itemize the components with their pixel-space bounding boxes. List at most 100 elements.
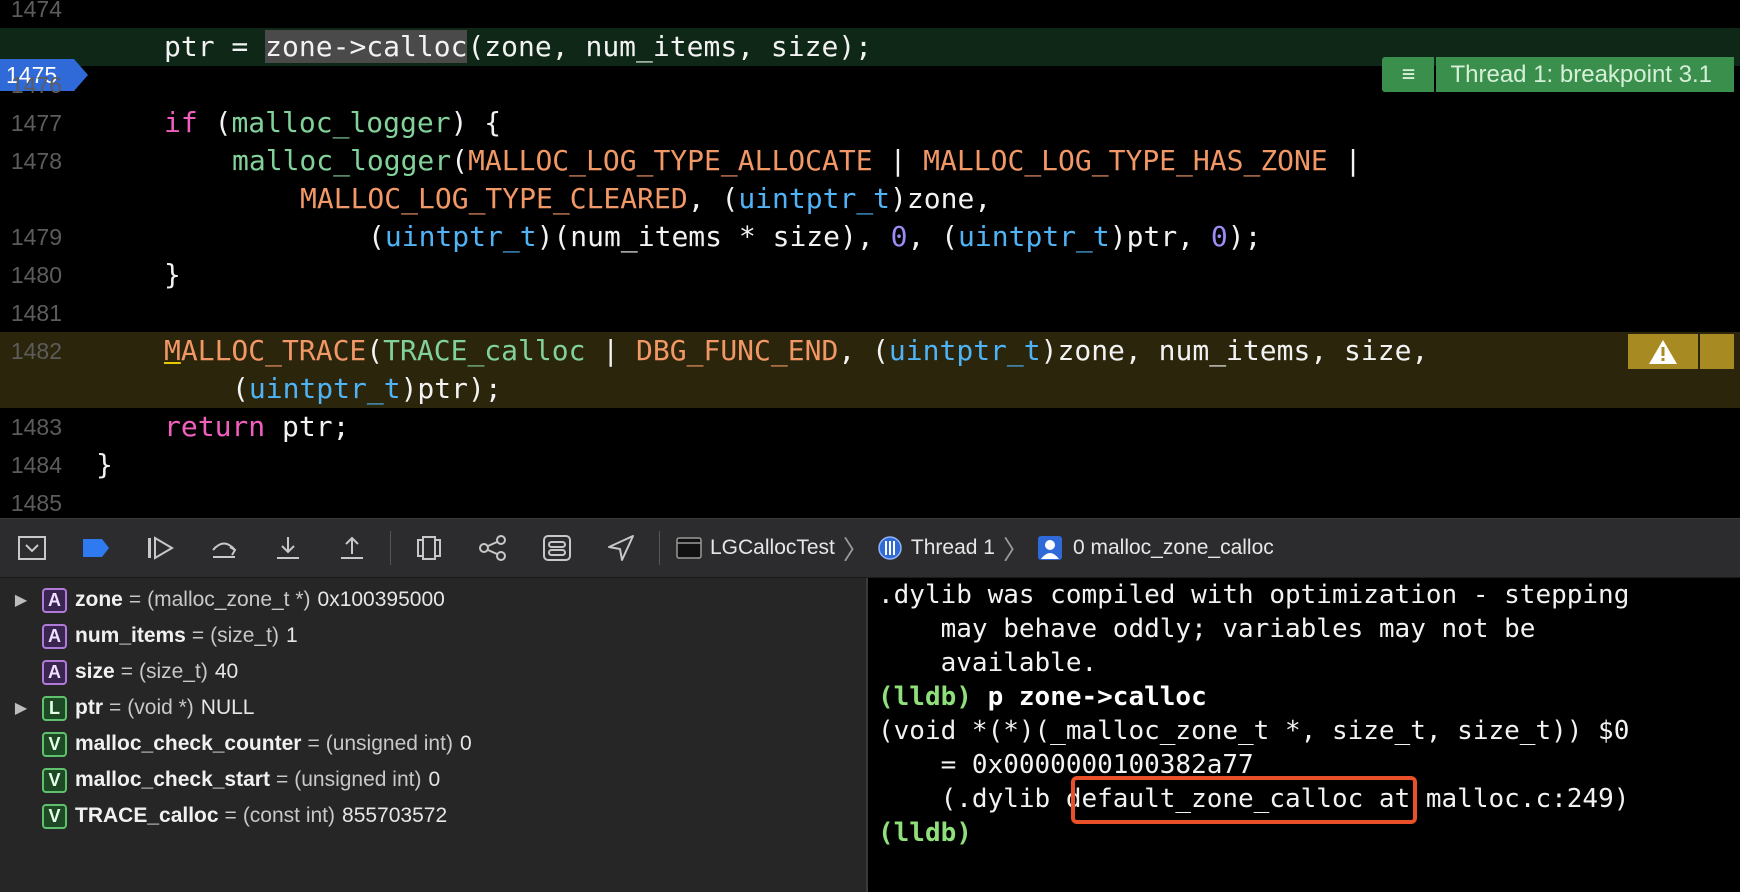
continue-button[interactable] [128,518,192,578]
code-text: if (malloc_logger) { [164,106,502,139]
code-text: MALLOC_LOG_TYPE_CLEARED, (uintptr_t)zone… [300,182,992,215]
code-line: 1478 malloc_logger(MALLOC_LOG_TYPE_ALLOC… [0,142,1740,180]
debug-toolbar: LGCallocTest 〉 Thread 1 〉 0 malloc_zone_… [0,518,1740,578]
variable-row[interactable]: ▶ A zone = (malloc_zone_t *) 0x100395000 [0,582,866,618]
variable-row[interactable]: V malloc_check_start = (unsigned int) 0 [0,762,866,798]
code-line: 1477 if (malloc_logger) { [0,104,1740,142]
variable-value: 0 [459,732,472,755]
warning-line: 1482 MALLOC_TRACE(TRACE_calloc | DBG_FUN… [0,332,1740,408]
console-output-line: .dylib was compiled with optimization - … [878,580,1630,610]
console-output-line: available. [878,648,1098,678]
code-line: 1481 [0,294,1740,332]
code-text: (uintptr_t)(num_items * size), 0, (uintp… [368,220,1262,253]
step-into-icon [277,537,299,559]
static-var-badge-icon: V [42,731,67,757]
environment-overrides-button[interactable] [525,518,589,578]
line-number: 1479 [10,224,62,250]
code-text: ptr = zone->calloc(zone, num_items, size… [164,30,873,63]
breadcrumb-process[interactable]: LGCallocTest [710,536,835,560]
chevron-right-icon: 〉 [842,535,869,566]
user-frame-icon [1037,536,1062,560]
argument-badge-icon: A [42,587,67,613]
code-text: } [96,448,113,481]
debug-view-hierarchy-button[interactable] [397,518,461,578]
static-var-badge-icon: V [42,803,67,829]
memory-graph-icon [479,535,506,561]
variables-view[interactable]: ▶ A zone = (malloc_zone_t *) 0x100395000 … [0,578,866,892]
line-number: 1474 [10,0,62,22]
variable-value: 0 [428,768,441,791]
code-text: } [164,258,181,291]
variable-row[interactable]: A size = (size_t) 40 [0,654,866,690]
variable-name: num_items [75,624,186,647]
step-out-button[interactable] [320,518,384,578]
breakpoint-icon [83,539,109,557]
variable-value: 0x100395000 [317,588,445,611]
warning-icon[interactable] [1628,334,1698,369]
warning-badge[interactable] [1628,334,1734,369]
variable-name: malloc_check_counter [75,732,302,755]
variable-type: (const int) [242,804,336,827]
variable-name: ptr [75,696,103,719]
code-line: 1474 [0,0,1740,28]
thread-icon [878,536,902,560]
variable-row[interactable]: ▶ L ptr = (void *) NULL [0,690,866,726]
breakpoints-toggle-button[interactable] [64,518,128,578]
line-number: 1477 [10,110,62,136]
argument-badge-icon: A [42,659,67,685]
breadcrumb-thread[interactable]: Thread 1 [911,536,995,560]
static-var-badge-icon: V [42,767,67,793]
code-text: MALLOC_TRACE(TRACE_calloc | DBG_FUNC_END… [164,334,1429,367]
source-editor[interactable]: 1474 1475 ptr = zone->calloc(zone, num_i… [0,0,1740,518]
code-line: 1483 return ptr; [0,408,1740,446]
console-command: p zone->calloc [971,682,1207,712]
step-into-button[interactable] [256,518,320,578]
variable-row[interactable]: A num_items = (size_t) 1 [0,618,866,654]
console-output-line: (void *(*)(_malloc_zone_t *, size_t, siz… [878,716,1630,746]
local-badge-icon: L [42,695,67,721]
line-number: 1478 [10,148,62,174]
variable-name: TRACE_calloc [75,804,219,827]
continue-icon [148,536,174,560]
variable-name: size [75,660,115,683]
step-over-icon [212,542,237,558]
code-line: 1476 [0,66,1740,104]
console-prompt-line[interactable]: (lldb) [878,816,972,850]
app-process-icon [676,537,702,559]
view-hierarchy-icon [417,536,441,560]
memory-graph-button[interactable] [461,518,525,578]
variable-row[interactable]: V TRACE_calloc = (const int) 855703572 [0,798,866,834]
variable-value: 855703572 [342,804,448,827]
variable-value: 40 [214,660,239,683]
line-number: 1483 [10,414,62,440]
code-line: 1484 } [0,446,1740,484]
code-line: 1480 } [0,256,1740,294]
simulate-location-button[interactable] [589,518,653,578]
line-number: 1484 [10,452,62,478]
code-line-wrapped: MALLOC_LOG_TYPE_CLEARED, (uintptr_t)zone… [0,180,1740,218]
chevron-right-icon: 〉 [1002,535,1029,566]
line-number: 1480 [10,262,62,288]
debug-breadcrumb: LGCallocTest 〉 Thread 1 〉 0 malloc_zone_… [676,530,1274,567]
disclosure-triangle-icon[interactable]: ▶ [0,590,42,610]
breadcrumb-frame[interactable]: 0 malloc_zone_calloc [1073,536,1274,560]
code-text: malloc_logger(MALLOC_LOG_TYPE_ALLOCATE |… [232,144,1362,177]
variable-row[interactable]: V malloc_check_counter = (unsigned int) 0 [0,726,866,762]
line-number: 1476 [10,72,62,98]
variable-value: 1 [286,624,298,647]
step-over-button[interactable] [192,518,256,578]
toolbar-separator [659,531,660,565]
line-number: 1482 [10,338,62,364]
console-command-line: (lldb) p zone->calloc [878,680,1207,714]
code-text-wrapped: (uintptr_t)ptr); [232,372,502,405]
hide-debug-area-icon [18,536,46,560]
lldb-console[interactable]: .dylib was compiled with optimization - … [866,578,1740,892]
environment-overrides-icon [543,535,571,561]
variable-type: (unsigned int) [294,768,422,791]
code-line: 1479 (uintptr_t)(num_items * size), 0, (… [0,218,1740,256]
argument-badge-icon: A [42,623,67,649]
warning-badge-tail[interactable] [1700,334,1734,369]
code-text: return ptr; [164,410,350,443]
disclosure-triangle-icon[interactable]: ▶ [0,698,42,718]
hide-debug-area-button[interactable] [0,518,64,578]
